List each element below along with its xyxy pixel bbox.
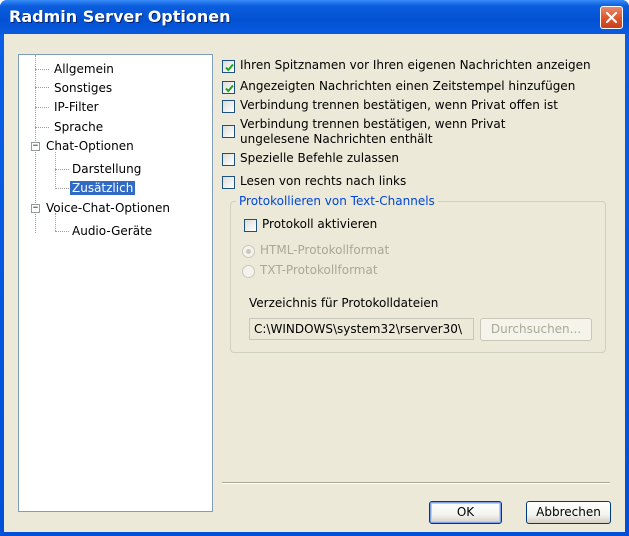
logging-group-title: Protokollieren von Text-Channels [236,194,438,208]
html-format-radio[interactable] [242,245,255,258]
log-directory-field[interactable]: C:\WINDOWS\system32\rserver30\ [249,318,474,340]
tree-item-ip-filter[interactable]: IP-Filter [52,98,101,116]
dialog-window: Radmin Server Optionen Allgemein Sonstig… [0,0,629,536]
tree-item-audio-geraete[interactable]: Audio-Geräte [70,222,154,240]
special-commands-checkbox[interactable] [222,153,235,166]
show-nick-checkbox[interactable] [222,60,235,73]
tree-item-sprache[interactable]: Sprache [52,118,105,136]
checkmark-icon [225,84,234,93]
collapse-icon[interactable]: − [31,142,40,151]
title-bar[interactable]: Radmin Server Optionen [0,0,629,34]
cancel-button[interactable]: Abbrechen [526,501,611,524]
close-button[interactable] [600,6,623,29]
tree-item-allgemein[interactable]: Allgemein [52,60,116,78]
dialog-client-area: Allgemein Sonstiges IP-Filter Sprache − … [4,34,625,532]
collapse-icon[interactable]: − [31,204,40,213]
log-directory-label: Verzeichnis für Protokolldateien [249,296,439,310]
tree-item-darstellung[interactable]: Darstellung [70,160,143,178]
divider [222,482,610,484]
window-title: Radmin Server Optionen [9,7,231,26]
tree-item-zusaetzlich[interactable]: Zusätzlich [70,179,136,197]
tree-item-sonstiges[interactable]: Sonstiges [52,79,114,97]
enable-logging-checkbox[interactable] [244,219,257,232]
settings-tree[interactable]: Allgemein Sonstiges IP-Filter Sprache − … [18,54,213,512]
confirm-disconnect-private-checkbox[interactable] [222,100,235,113]
ok-button[interactable]: OK [429,501,502,524]
close-icon [605,11,618,24]
timestamp-checkbox[interactable] [222,81,235,94]
confirm-disconnect-unread-checkbox[interactable] [222,125,235,138]
txt-format-radio[interactable] [242,265,255,278]
tree-item-voice-chat-optionen[interactable]: Voice-Chat-Optionen [44,199,172,217]
browse-button[interactable]: Durchsuchen... [480,318,592,341]
rtl-checkbox[interactable] [222,176,235,189]
tree-item-chat-optionen[interactable]: Chat-Optionen [44,137,136,155]
checkmark-icon [225,63,234,72]
